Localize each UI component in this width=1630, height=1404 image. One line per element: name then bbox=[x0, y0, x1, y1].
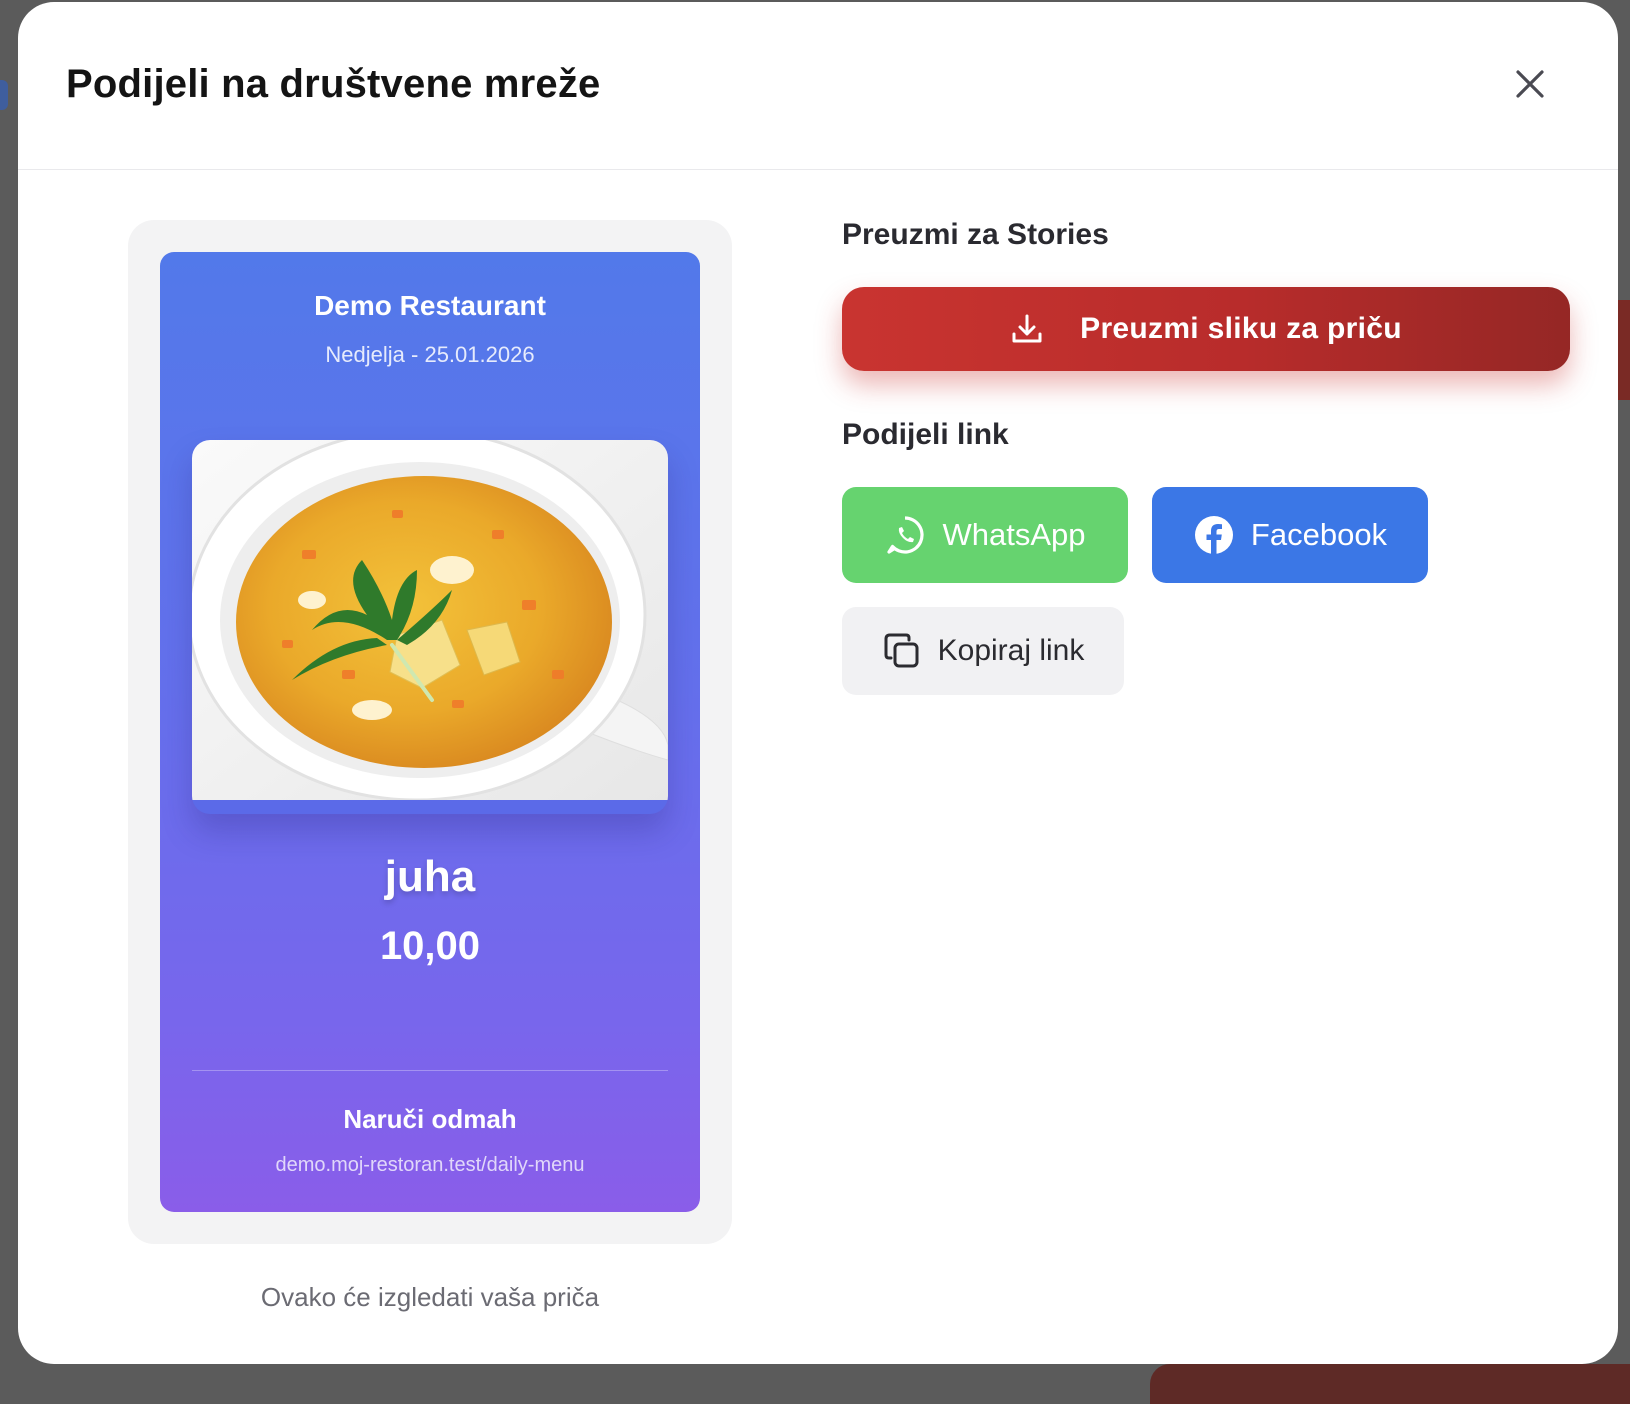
whatsapp-label: WhatsApp bbox=[942, 517, 1086, 552]
copy-link-label: Kopiraj link bbox=[937, 634, 1085, 667]
share-link-section-title: Podijeli link bbox=[842, 418, 1009, 451]
restaurant-name: Demo Restaurant bbox=[314, 290, 546, 321]
modal-title: Podijeli na društvene mreže bbox=[66, 62, 601, 106]
download-story-button[interactable]: Preuzmi sliku za priču bbox=[842, 287, 1570, 371]
copy-icon bbox=[884, 633, 919, 668]
background-page-hint bbox=[1150, 1364, 1630, 1404]
close-icon bbox=[1516, 70, 1544, 98]
whatsapp-icon bbox=[887, 516, 925, 554]
share-modal: Podijeli na društvene mreže Demo Restaur… bbox=[18, 2, 1618, 1364]
dish-image bbox=[192, 440, 668, 814]
modal-header: Podijeli na društvene mreže bbox=[18, 2, 1618, 170]
stories-section-title: Preuzmi za Stories bbox=[842, 218, 1109, 251]
soup-photo bbox=[192, 440, 668, 800]
divider bbox=[192, 1070, 668, 1071]
close-button[interactable] bbox=[1508, 62, 1552, 106]
copy-link-button[interactable]: Kopiraj link bbox=[842, 607, 1124, 695]
menu-date: Nedjelja - 25.01.2026 bbox=[325, 342, 535, 367]
story-preview-container: Demo Restaurant Nedjelja - 25.01.2026 ju… bbox=[128, 220, 732, 1244]
download-story-label: Preuzmi sliku za priču bbox=[1080, 312, 1402, 345]
download-icon bbox=[1012, 314, 1042, 343]
menu-url: demo.moj-restoran.test/daily-menu bbox=[275, 1154, 585, 1176]
background-page-hint bbox=[0, 80, 8, 110]
dish-name: juha bbox=[384, 852, 476, 901]
facebook-label: Facebook bbox=[1250, 517, 1388, 552]
order-cta: Naruči odmah bbox=[343, 1104, 517, 1134]
story-preview-card: Demo Restaurant Nedjelja - 25.01.2026 ju… bbox=[160, 252, 700, 1212]
facebook-icon bbox=[1194, 516, 1233, 554]
dish-price: 10,00 bbox=[379, 924, 481, 968]
preview-caption: Ovako će izgledati vaša priča bbox=[260, 1282, 600, 1312]
facebook-share-button[interactable]: Facebook bbox=[1152, 487, 1428, 583]
whatsapp-share-button[interactable]: WhatsApp bbox=[842, 487, 1128, 583]
